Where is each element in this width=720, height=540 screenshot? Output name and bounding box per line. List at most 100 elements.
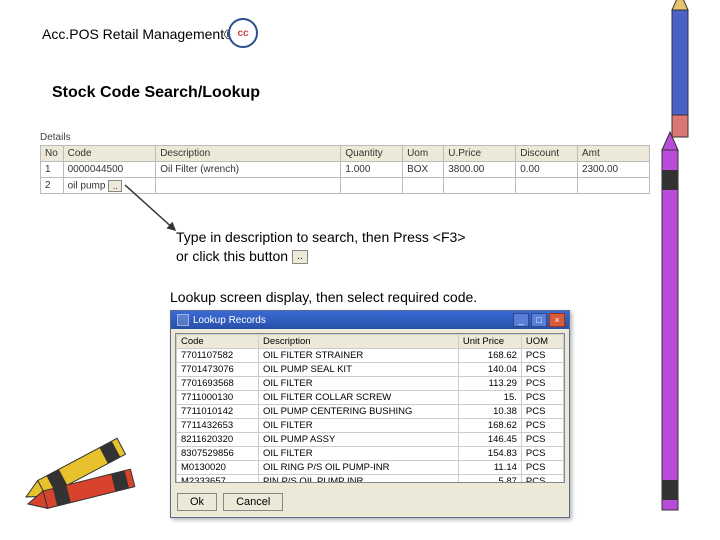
lookup-cell-code: 7711010142 [177, 405, 259, 419]
lookup-row[interactable]: 7701107582OIL FILTER STRAINER168.62PCS [177, 349, 564, 363]
lookup-cell-price: 168.62 [458, 419, 521, 433]
lookup-cell-price: 15. [458, 391, 521, 405]
lcol-desc: Description [259, 335, 459, 349]
lookup-cell-code: 7701693568 [177, 377, 259, 391]
lookup-cell-price: 11.14 [458, 461, 521, 475]
cell-uom[interactable]: BOX [403, 162, 444, 178]
lookup-cell-price: 113.29 [458, 377, 521, 391]
cell-code[interactable]: oil pump .. [63, 178, 156, 194]
cell-qty[interactable] [341, 178, 403, 194]
lookup-grid: Code Description Unit Price UOM 77011075… [176, 334, 564, 483]
col-uprice: U.Price [444, 146, 516, 162]
instruction-text-1: Type in description to search, then Pres… [176, 228, 556, 266]
col-code: Code [63, 146, 156, 162]
lookup-cell-desc: PIN P/S OIL PUMP INR [259, 475, 459, 484]
table-row[interactable]: 2 oil pump .. [41, 178, 650, 194]
lookup-cell-price: 146.45 [458, 433, 521, 447]
lookup-cell-desc: OIL PUMP ASSY [259, 433, 459, 447]
lcol-code: Code [177, 335, 259, 349]
col-amt: Amt [577, 146, 649, 162]
crayons-icon [10, 420, 150, 530]
lookup-cell-uom: PCS [521, 461, 563, 475]
lcol-uom: UOM [521, 335, 563, 349]
lookup-row[interactable]: 7711000130OIL FILTER COLLAR SCREW15.PCS [177, 391, 564, 405]
lookup-cell-uom: PCS [521, 419, 563, 433]
lookup-header-row: Code Description Unit Price UOM [177, 335, 564, 349]
instruction-line-b: or click this button [176, 248, 288, 264]
cell-code[interactable]: 0000044500 [63, 162, 156, 178]
lookup-cell-code: M0130020 [177, 461, 259, 475]
pencil-icon [650, 0, 710, 150]
details-panel-label: Details [40, 132, 650, 143]
lookup-cell-uom: PCS [521, 475, 563, 484]
cell-no: 1 [41, 162, 64, 178]
lookup-row[interactable]: M2333657PIN P/S OIL PUMP INR5.87PCS [177, 475, 564, 484]
col-qty: Quantity [341, 146, 403, 162]
lookup-cell-code: 7701473076 [177, 363, 259, 377]
window-icon [177, 314, 189, 326]
cell-uprice[interactable]: 3800.00 [444, 162, 516, 178]
col-desc: Description [156, 146, 341, 162]
cell-disc[interactable] [516, 178, 578, 194]
lookup-title: Lookup Records [193, 315, 266, 326]
cell-amt [577, 178, 649, 194]
cell-qty[interactable]: 1.000 [341, 162, 403, 178]
lookup-cell-uom: PCS [521, 349, 563, 363]
brand-logo: cc [228, 18, 258, 48]
lookup-row[interactable]: 7711010142OIL PUMP CENTERING BUSHING10.3… [177, 405, 564, 419]
lookup-row[interactable]: M0130020OIL RING P/S OIL PUMP-INR11.14PC… [177, 461, 564, 475]
lookup-row[interactable]: 7711432653OIL FILTER168.62PCS [177, 419, 564, 433]
lookup-button[interactable]: .. [108, 180, 122, 192]
lookup-cell-code: 7701107582 [177, 349, 259, 363]
lookup-row[interactable]: 8211620320OIL PUMP ASSY146.45PCS [177, 433, 564, 447]
lookup-cell-price: 154.83 [458, 447, 521, 461]
lookup-cell-code: 8211620320 [177, 433, 259, 447]
cell-disc[interactable]: 0.00 [516, 162, 578, 178]
crayon-icon [650, 130, 690, 530]
lookup-titlebar[interactable]: Lookup Records _ □ × [171, 311, 569, 329]
lookup-button-inline: .. [292, 250, 308, 264]
ok-button[interactable]: Ok [177, 493, 217, 511]
lookup-cell-uom: PCS [521, 433, 563, 447]
close-button[interactable]: × [549, 313, 565, 327]
lookup-cell-price: 5.87 [458, 475, 521, 484]
minimize-button[interactable]: _ [513, 313, 529, 327]
section-title: Stock Code Search/Lookup [52, 84, 260, 102]
col-no: No [41, 146, 64, 162]
brand-logo-text: cc [237, 28, 248, 39]
lookup-row[interactable]: 8307529856OIL FILTER154.83PCS [177, 447, 564, 461]
lookup-cell-code: 7711432653 [177, 419, 259, 433]
lookup-cell-uom: PCS [521, 391, 563, 405]
table-row[interactable]: 1 0000044500 Oil Filter (wrench) 1.000 B… [41, 162, 650, 178]
cell-uprice[interactable] [444, 178, 516, 194]
cell-amt: 2300.00 [577, 162, 649, 178]
lookup-row[interactable]: 7701473076OIL PUMP SEAL KIT140.04PCS [177, 363, 564, 377]
lookup-cell-desc: OIL FILTER [259, 447, 459, 461]
lookup-cell-uom: PCS [521, 405, 563, 419]
lookup-cell-uom: PCS [521, 447, 563, 461]
lookup-row[interactable]: 7701693568OIL FILTER113.29PCS [177, 377, 564, 391]
lookup-cell-code: 7711000130 [177, 391, 259, 405]
lookup-cell-price: 10.38 [458, 405, 521, 419]
lookup-cell-desc: OIL PUMP CENTERING BUSHING [259, 405, 459, 419]
cell-no: 2 [41, 178, 64, 194]
lookup-cell-desc: OIL FILTER [259, 377, 459, 391]
col-disc: Discount [516, 146, 578, 162]
cell-desc[interactable] [156, 178, 341, 194]
maximize-button[interactable]: □ [531, 313, 547, 327]
details-header-row: No Code Description Quantity Uom U.Price… [41, 146, 650, 162]
lookup-cell-price: 168.62 [458, 349, 521, 363]
cell-uom[interactable] [403, 178, 444, 194]
lookup-grid-scroll[interactable]: Code Description Unit Price UOM 77011075… [175, 333, 565, 483]
lookup-cell-desc: OIL PUMP SEAL KIT [259, 363, 459, 377]
lookup-cell-desc: OIL FILTER [259, 419, 459, 433]
code-input-value[interactable]: oil pump [68, 180, 106, 191]
details-panel: Details No Code Description Quantity Uom… [40, 132, 650, 194]
cancel-button[interactable]: Cancel [223, 493, 283, 511]
lookup-cell-desc: OIL FILTER COLLAR SCREW [259, 391, 459, 405]
app-title: Acc.POS Retail Management® [42, 26, 234, 42]
cell-desc[interactable]: Oil Filter (wrench) [156, 162, 341, 178]
lookup-cell-uom: PCS [521, 377, 563, 391]
lookup-window: Lookup Records _ □ × Code Description Un… [170, 310, 570, 518]
details-grid: No Code Description Quantity Uom U.Price… [40, 145, 650, 194]
